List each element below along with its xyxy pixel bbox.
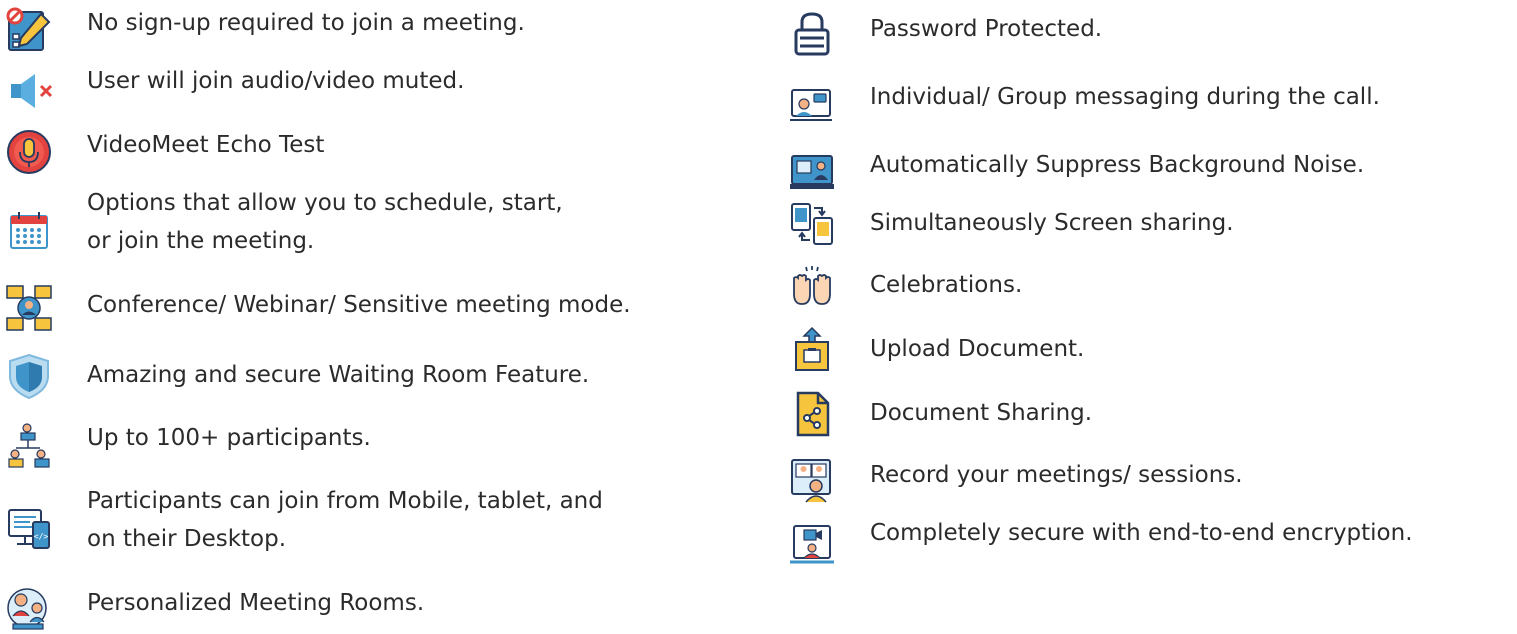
feature-label: Upload Document. [870, 336, 1085, 362]
feature-label: Conference/ Webinar/ Sensitive meeting m… [87, 292, 631, 318]
lock-icon [788, 10, 836, 58]
chat-monitor-icon [788, 80, 836, 128]
feature-label: Password Protected. [870, 16, 1103, 42]
screen-share-icon [788, 200, 836, 248]
shield-icon [5, 352, 53, 400]
feature-label: VideoMeet Echo Test [87, 132, 325, 158]
record-meeting-icon [788, 456, 836, 504]
feature-label: Completely secure with end-to-end encryp… [870, 520, 1413, 546]
feature-label: No sign-up required to join a meeting. [87, 10, 525, 36]
svg-text:</>: </> [34, 532, 49, 541]
feature-label: Options that allow you to schedule, star… [87, 190, 563, 254]
feature-label: Automatically Suppress Background Noise. [870, 152, 1365, 178]
feature-label: Simultaneously Screen sharing. [870, 210, 1234, 236]
conference-icon [5, 284, 53, 332]
feature-label: Amazing and secure Waiting Room Feature. [87, 362, 590, 388]
share-document-icon [788, 390, 836, 438]
feature-label: User will join audio/video muted. [87, 68, 465, 94]
feature-label: Participants can join from Mobile, table… [87, 488, 603, 552]
feature-label: Individual/ Group messaging during the c… [870, 84, 1380, 110]
speaker-muted-icon [5, 66, 53, 114]
calendar-icon [5, 206, 53, 254]
checklist-pencil-icon [5, 6, 53, 54]
microphone-icon [5, 128, 53, 176]
feature-label: Up to 100+ participants. [87, 425, 371, 451]
feature-label: Document Sharing. [870, 400, 1093, 426]
network-users-icon [5, 422, 53, 470]
feature-label: Celebrations. [870, 272, 1023, 298]
clapping-hands-icon [788, 264, 836, 312]
meeting-room-icon [5, 586, 53, 634]
feature-label: Record your meetings/ sessions. [870, 462, 1243, 488]
desktop-mobile-icon: </> [5, 506, 53, 554]
upload-document-icon [788, 326, 836, 374]
noise-suppression-icon [788, 148, 836, 196]
feature-label: Personalized Meeting Rooms. [87, 590, 425, 616]
encryption-icon [788, 520, 836, 568]
